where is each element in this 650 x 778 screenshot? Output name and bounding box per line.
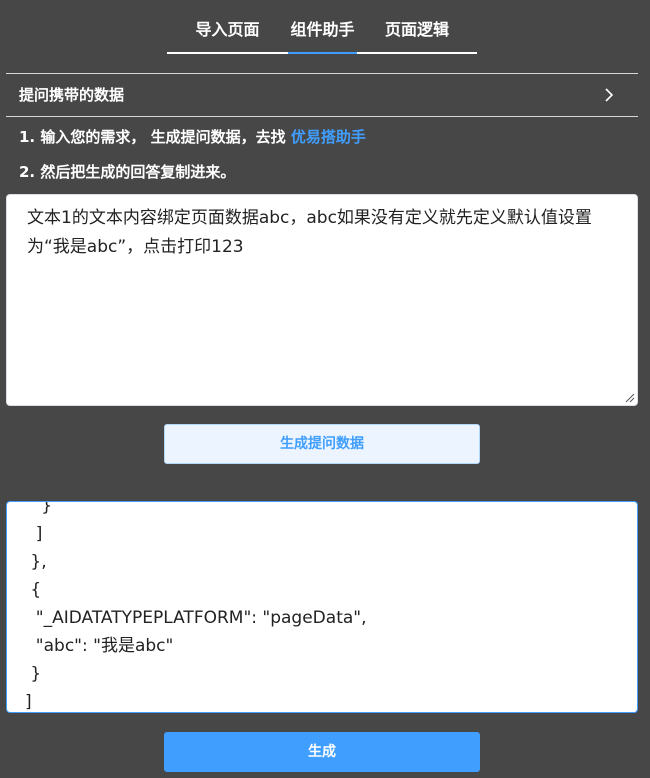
instruction-step-1-text: 1. 输入您的需求， 生成提问数据，去找 xyxy=(19,128,286,146)
chevron-right-icon xyxy=(605,88,614,102)
resize-handle-icon[interactable] xyxy=(624,392,635,403)
answer-input[interactable]: } ] }, { "_AIDATATYPEPLATFORM": "pageDat… xyxy=(6,501,638,713)
tab-bar: 导入页面 组件助手 页面逻辑 xyxy=(0,0,650,56)
generate-button[interactable]: 生成 xyxy=(164,732,480,772)
tab-page-logic[interactable]: 页面逻辑 xyxy=(357,18,477,54)
section-title: 提问携带的数据 xyxy=(19,86,125,104)
instruction-step-2: 2. 然后把生成的回答复制进来。 xyxy=(19,163,236,181)
tab-import-page[interactable]: 导入页面 xyxy=(167,18,288,54)
assistant-link[interactable]: 优易搭助手 xyxy=(291,128,366,146)
tab-component-assistant[interactable]: 组件助手 xyxy=(288,18,357,54)
section-divider-bottom xyxy=(6,116,638,117)
generate-prompt-data-button[interactable]: 生成提问数据 xyxy=(164,424,480,464)
answer-content: } ] }, { "_AIDATATYPEPLATFORM": "pageDat… xyxy=(25,501,367,712)
instruction-step-1: 1. 输入您的需求， 生成提问数据，去找 优易搭助手 xyxy=(19,127,366,147)
section-header-prompt-data[interactable]: 提问携带的数据 xyxy=(6,74,638,116)
requirement-input[interactable]: 文本1的文本内容绑定页面数据abc，abc如果没有定义就先定义默认值设置为“我是… xyxy=(6,194,638,406)
